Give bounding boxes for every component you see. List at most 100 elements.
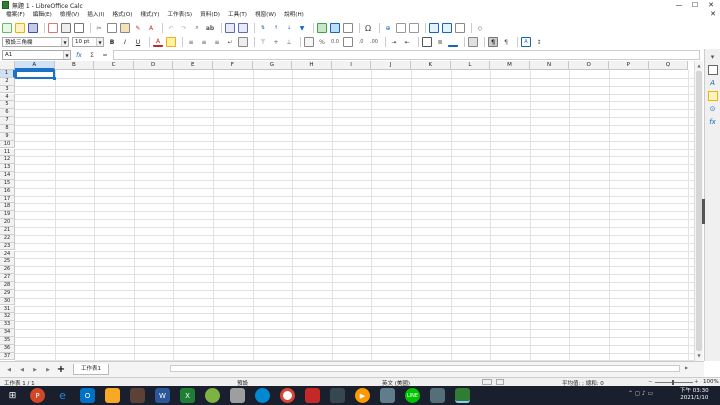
- clear-formatting-icon[interactable]: A: [146, 23, 156, 33]
- avatar-app-icon[interactable]: [330, 388, 345, 403]
- percent-format-icon[interactable]: %: [317, 37, 327, 47]
- row-header[interactable]: 23: [0, 242, 15, 251]
- sidebar-menu-icon[interactable]: ▾: [708, 52, 718, 62]
- scroll-up-icon[interactable]: ▲: [696, 63, 702, 69]
- menu-tools[interactable]: 工具(T): [224, 10, 251, 21]
- last-sheet-icon[interactable]: ▶: [43, 365, 53, 375]
- next-sheet-icon[interactable]: ▶: [30, 365, 40, 375]
- row-header[interactable]: 3: [0, 85, 15, 94]
- row-header[interactable]: 34: [0, 329, 15, 337]
- powerpoint-icon[interactable]: P: [30, 388, 45, 403]
- active-cell-cursor[interactable]: [15, 70, 55, 79]
- row-header[interactable]: 33: [0, 321, 15, 329]
- decrease-indent-icon[interactable]: ⇤: [402, 37, 412, 47]
- clock[interactable]: 下午 03:30 2021/1/10: [680, 388, 709, 402]
- row-header[interactable]: 11: [0, 148, 15, 157]
- column-header[interactable]: B: [54, 61, 95, 70]
- row-header[interactable]: 2: [0, 77, 15, 86]
- row-header[interactable]: 5: [0, 101, 15, 110]
- date-format-icon[interactable]: [343, 37, 353, 47]
- line-icon[interactable]: LINE: [405, 388, 420, 403]
- align-top-icon[interactable]: ⊤: [258, 37, 268, 47]
- chrome-icon[interactable]: [280, 388, 295, 403]
- print-preview-icon[interactable]: [74, 23, 84, 33]
- row-header[interactable]: 27: [0, 274, 15, 282]
- redo-icon[interactable]: ↷: [179, 23, 189, 33]
- border-color-icon[interactable]: [448, 37, 458, 47]
- previous-sheet-icon[interactable]: ◀: [17, 365, 27, 375]
- print-icon[interactable]: [61, 23, 71, 33]
- find-replace-icon[interactable]: ⌕: [192, 23, 202, 33]
- currency-format-icon[interactable]: [304, 37, 314, 47]
- row-header[interactable]: 21: [0, 227, 15, 235]
- internet-explorer-icon[interactable]: e: [55, 388, 70, 403]
- column-header[interactable]: G: [252, 61, 293, 70]
- show-draw-functions-icon[interactable]: ◇: [475, 23, 485, 33]
- column-header[interactable]: C: [94, 61, 134, 70]
- zoom-slider-thumb[interactable]: [672, 380, 674, 385]
- formula-input[interactable]: [113, 50, 700, 60]
- headers-footers-icon[interactable]: [409, 23, 419, 33]
- menu-sheet[interactable]: 工作表(S): [163, 10, 196, 21]
- row-header[interactable]: 17: [0, 195, 15, 204]
- row-header[interactable]: 31: [0, 305, 15, 314]
- define-print-area-icon[interactable]: [429, 23, 439, 33]
- column-header[interactable]: J: [371, 61, 411, 70]
- row-header[interactable]: 13: [0, 164, 15, 172]
- menu-format[interactable]: 格式(O): [108, 10, 136, 21]
- column-header[interactable]: I: [331, 61, 372, 70]
- column-header[interactable]: E: [173, 61, 213, 70]
- gallery-icon[interactable]: [707, 91, 718, 101]
- column-header[interactable]: O: [569, 61, 609, 70]
- row-header[interactable]: 18: [0, 203, 15, 212]
- menu-insert[interactable]: 插入(I): [83, 10, 108, 21]
- text-box-icon[interactable]: A: [521, 37, 531, 47]
- column-header[interactable]: Q: [648, 61, 689, 70]
- row-header[interactable]: 30: [0, 297, 15, 306]
- green-app-icon[interactable]: [205, 388, 220, 403]
- italic-button[interactable]: I: [120, 37, 130, 47]
- outlook-icon[interactable]: O: [80, 388, 95, 403]
- highlight-color-icon[interactable]: [166, 37, 176, 47]
- styles-icon[interactable]: A: [708, 78, 718, 88]
- function-wizard-icon[interactable]: fx: [74, 50, 84, 60]
- name-box[interactable]: A1 ▼: [2, 50, 71, 60]
- row-header[interactable]: 7: [0, 117, 15, 125]
- wrap-text-icon[interactable]: ↵: [225, 37, 235, 47]
- autofill-handle[interactable]: [53, 77, 56, 80]
- center-vertically-icon[interactable]: +: [271, 37, 281, 47]
- row-header[interactable]: 26: [0, 266, 15, 275]
- zoom-in-icon[interactable]: +: [694, 379, 699, 385]
- row-header[interactable]: 29: [0, 289, 15, 298]
- merge-center-icon[interactable]: [238, 37, 248, 47]
- row-header[interactable]: 22: [0, 234, 15, 243]
- row-header[interactable]: 12: [0, 156, 15, 165]
- system-tray-icons[interactable]: ⌃ ◻ ♪ ▭: [628, 390, 653, 397]
- navigator-icon[interactable]: ⊙: [708, 104, 718, 114]
- copy-icon[interactable]: [107, 23, 117, 33]
- row-header[interactable]: 28: [0, 281, 15, 290]
- minimize-button[interactable]: —: [672, 0, 686, 10]
- delete-decimal-icon[interactable]: .00: [369, 37, 379, 47]
- row-header[interactable]: 8: [0, 124, 15, 133]
- cut-icon[interactable]: ✂: [94, 23, 104, 33]
- zoom-out-icon[interactable]: −: [648, 379, 653, 385]
- row-header[interactable]: 25: [0, 258, 15, 267]
- row-header[interactable]: 6: [0, 109, 15, 118]
- paragraph-icon[interactable]: ¶: [501, 37, 511, 47]
- vertical-text-icon[interactable]: ↕: [534, 37, 544, 47]
- insert-image-icon[interactable]: [317, 23, 327, 33]
- border-style-icon[interactable]: ≣: [435, 37, 445, 47]
- maximize-button[interactable]: ☐: [688, 0, 702, 10]
- undo-icon[interactable]: ↶: [166, 23, 176, 33]
- borders-icon[interactable]: [422, 37, 432, 47]
- sidebar-resize-handle[interactable]: [702, 199, 705, 224]
- open-icon[interactable]: [15, 23, 25, 33]
- row-header[interactable]: 1: [0, 70, 15, 78]
- properties-icon[interactable]: [707, 65, 718, 75]
- sort-ascending-icon[interactable]: ↑: [271, 23, 281, 33]
- font-color-icon[interactable]: A: [153, 37, 163, 47]
- column-header[interactable]: D: [133, 61, 174, 70]
- column-header[interactable]: N: [529, 61, 570, 70]
- column-header[interactable]: F: [213, 61, 253, 70]
